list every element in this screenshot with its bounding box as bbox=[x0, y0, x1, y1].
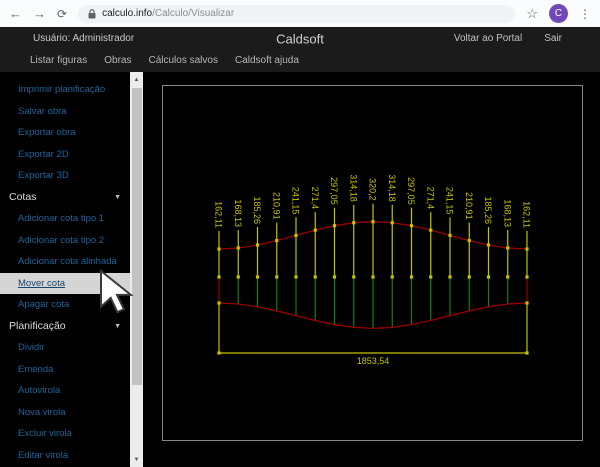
sidebar-item-exportar-2d[interactable]: Exportar 2D bbox=[0, 144, 130, 166]
url-domain: calculo.info bbox=[102, 8, 152, 19]
sidebar-item-label: Nova virola bbox=[18, 407, 66, 418]
sidebar-item-label: Excluir virola bbox=[18, 428, 72, 439]
portal-link[interactable]: Voltar ao Portal bbox=[454, 33, 522, 44]
reload-icon[interactable]: ⟳ bbox=[57, 8, 67, 20]
sidebar-item-label: Mover cota bbox=[18, 278, 65, 289]
header-top-row: Usuário: Administrador Caldsoft Voltar a… bbox=[0, 27, 600, 49]
app-header: Usuário: Administrador Caldsoft Voltar a… bbox=[0, 27, 600, 72]
sidebar-item-label: Apagar cota bbox=[18, 299, 69, 310]
sidebar-item-label: Adicionar cota alinhada bbox=[18, 256, 117, 267]
browser-toolbar: ← → ⟳ calculo.info/Calculo/Visualizar ☆ … bbox=[0, 0, 600, 27]
sidebar-category-cotas[interactable]: Cotas ▼ bbox=[0, 187, 130, 209]
forward-icon[interactable]: → bbox=[33, 7, 46, 20]
sidebar-item-editar-virola[interactable]: Editar virola bbox=[0, 445, 130, 467]
url-bar[interactable]: calculo.info/Calculo/Visualizar bbox=[78, 5, 515, 23]
sidebar-item-adicionar-cota-tipo-1[interactable]: Adicionar cota tipo 1 bbox=[0, 208, 130, 230]
sidebar-item-nova-virola[interactable]: Nova virola bbox=[0, 402, 130, 424]
nav-item[interactable]: Cálculos salvos bbox=[148, 55, 217, 66]
bookmark-star-icon[interactable]: ☆ bbox=[526, 7, 538, 20]
back-icon[interactable]: ← bbox=[9, 7, 22, 20]
nav-item[interactable]: Listar figuras bbox=[30, 55, 87, 66]
sidebar-item-adicionar-cota-alinhada[interactable]: Adicionar cota alinhada bbox=[0, 251, 130, 273]
sidebar-item-label: Exportar 3D bbox=[18, 170, 69, 181]
sidebar-item-imprimir-planificacao[interactable]: Imprimir planificação bbox=[0, 79, 130, 101]
app-title: Caldsoft bbox=[276, 31, 324, 46]
main-nav: Listar figuras Obras Cálculos salvos Caldso… bbox=[0, 49, 600, 72]
sidebar-item-label: Planificação bbox=[9, 320, 66, 332]
sidebar-item-label: Salvar obra bbox=[18, 106, 67, 117]
sidebar-item-label: Dividir bbox=[18, 342, 44, 353]
sidebar-item-label: Adicionar cota tipo 2 bbox=[18, 235, 104, 246]
sidebar-item-exportar-obra[interactable]: Exportar obra bbox=[0, 122, 130, 144]
scrollbar-thumb[interactable] bbox=[132, 88, 142, 385]
nav-item[interactable]: Obras bbox=[104, 55, 131, 66]
sidebar-item-label: Imprimir planificação bbox=[18, 84, 105, 95]
sidebar-item-apagar-cota[interactable]: Apagar cota bbox=[0, 294, 130, 316]
chevron-down-icon: ▼ bbox=[114, 323, 121, 330]
sidebar-item-autovirola[interactable]: Autovirola bbox=[0, 380, 130, 402]
sidebar-item-mover-cota[interactable]: Mover cota bbox=[0, 273, 130, 295]
sidebar-item-excluir-virola[interactable]: Excluir virola bbox=[0, 423, 130, 445]
sidebar-item-exportar-3d[interactable]: Exportar 3D bbox=[0, 165, 130, 187]
sidebar-item-label: Editar virola bbox=[18, 450, 68, 461]
scroll-down-icon[interactable]: ▼ bbox=[130, 453, 143, 466]
sidebar-item-label: Autovirola bbox=[18, 385, 60, 396]
lock-icon bbox=[88, 9, 96, 19]
chevron-down-icon: ▼ bbox=[114, 194, 121, 201]
user-label: Usuário: Administrador bbox=[33, 33, 134, 44]
sidebar-item-label: Adicionar cota tipo 1 bbox=[18, 213, 104, 224]
sidebar-item-adicionar-cota-tipo-2[interactable]: Adicionar cota tipo 2 bbox=[0, 230, 130, 252]
sidebar-item-label: Exportar obra bbox=[18, 127, 76, 138]
sidebar-item-salvar-obra[interactable]: Salvar obra bbox=[0, 101, 130, 123]
sidebar-item-emenda[interactable]: Emenda bbox=[0, 359, 130, 381]
scroll-up-icon[interactable]: ▲ bbox=[130, 73, 143, 86]
url-text: calculo.info/Calculo/Visualizar bbox=[102, 8, 234, 19]
logout-link[interactable]: Sair bbox=[544, 33, 562, 44]
sidebar-category-planificacao[interactable]: Planificação ▼ bbox=[0, 316, 130, 338]
sidebar-item-dividir[interactable]: Dividir bbox=[0, 337, 130, 359]
nav-item[interactable]: Caldsoft ajuda bbox=[235, 55, 299, 66]
sidebar: Imprimir planificação Salvar obra Exportar… bbox=[0, 72, 130, 467]
drawing-frame[interactable] bbox=[162, 85, 583, 441]
browser-menu-icon[interactable]: ⋮ bbox=[579, 8, 591, 20]
sidebar-item-label: Emenda bbox=[18, 364, 53, 375]
sidebar-item-label: Cotas bbox=[9, 191, 36, 203]
profile-avatar[interactable]: C bbox=[549, 4, 568, 23]
sidebar-item-label: Exportar 2D bbox=[18, 149, 69, 160]
url-path: /Calculo/Visualizar bbox=[152, 8, 234, 19]
screen: ← → ⟳ calculo.info/Calculo/Visualizar ☆ … bbox=[0, 0, 600, 467]
sidebar-scrollbar[interactable]: ▲ ▼ bbox=[130, 72, 143, 467]
